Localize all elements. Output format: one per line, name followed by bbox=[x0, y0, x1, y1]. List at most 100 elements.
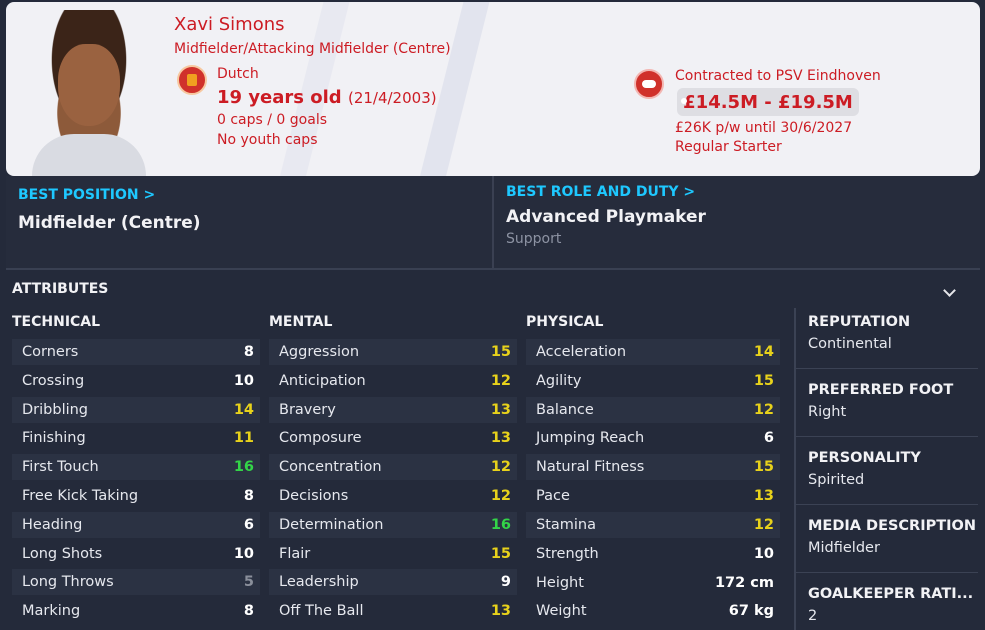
attribute-value: 10 bbox=[233, 545, 254, 562]
technical-title: TECHNICAL bbox=[12, 314, 101, 330]
personality-block: PERSONALITY Spirited bbox=[808, 450, 983, 488]
attribute-row-technical[interactable]: Long Throws 5 bbox=[12, 569, 260, 596]
best-position-link[interactable]: BEST POSITION > bbox=[18, 187, 155, 203]
attribute-value: 5 bbox=[243, 574, 254, 591]
player-dob: (21/4/2003) bbox=[347, 89, 437, 107]
attribute-label: First Touch bbox=[22, 459, 99, 476]
attribute-row-mental[interactable]: Decisions 12 bbox=[269, 483, 517, 509]
attribute-row-mental[interactable]: Composure 13 bbox=[269, 425, 517, 451]
attribute-value: 12 bbox=[490, 372, 511, 389]
reputation-label: REPUTATION bbox=[808, 314, 911, 330]
attribute-row-mental[interactable]: Bravery 13 bbox=[269, 396, 517, 423]
chevron-down-icon[interactable] bbox=[943, 286, 955, 298]
attribute-value: 6 bbox=[243, 516, 254, 533]
transfer-value[interactable]: £14.5M - £19.5M bbox=[677, 88, 859, 116]
attribute-label: Marking bbox=[22, 603, 81, 620]
attribute-label: Determination bbox=[279, 516, 384, 533]
attribute-value: 12 bbox=[753, 516, 774, 533]
side-divider bbox=[794, 308, 796, 630]
height-value: 172 cm bbox=[714, 575, 774, 592]
attribute-value: 16 bbox=[490, 516, 511, 533]
attribute-row-mental[interactable]: Aggression 15 bbox=[269, 339, 517, 365]
attribute-label: Bravery bbox=[279, 401, 336, 418]
attribute-row-physical[interactable]: Agility 15 bbox=[526, 368, 780, 394]
player-youth-caps: No youth caps bbox=[217, 132, 318, 148]
attribute-row-mental[interactable]: Leadership 9 bbox=[269, 569, 517, 596]
media-description-block: MEDIA DESCRIPTION Midfielder bbox=[808, 518, 983, 556]
attribute-row-technical[interactable]: Dribbling 14 bbox=[12, 396, 260, 423]
attribute-value: 14 bbox=[233, 401, 254, 418]
player-nationality[interactable]: Dutch bbox=[217, 66, 259, 82]
attribute-value: 10 bbox=[233, 372, 254, 389]
attribute-value: 15 bbox=[490, 344, 511, 360]
attribute-row-technical[interactable]: Free Kick Taking 8 bbox=[12, 483, 260, 509]
best-role-link[interactable]: BEST ROLE AND DUTY > bbox=[506, 184, 695, 200]
contract-wage: £26K p/w until 30/6/2027 bbox=[675, 120, 853, 136]
attribute-label: Concentration bbox=[279, 459, 382, 476]
side-separator bbox=[796, 504, 978, 505]
attribute-row-physical[interactable]: Pace 13 bbox=[526, 483, 780, 509]
player-photo bbox=[24, 10, 154, 176]
attribute-value: 12 bbox=[753, 401, 774, 418]
reputation-block: REPUTATION Continental bbox=[808, 314, 983, 352]
attribute-row-mental[interactable]: Determination 16 bbox=[269, 511, 517, 538]
attributes-panel: ATTRIBUTES TECHNICAL MENTAL PHYSICAL Cor… bbox=[0, 270, 985, 630]
club-badge-icon[interactable] bbox=[634, 69, 664, 99]
attribute-row-technical[interactable]: First Touch 16 bbox=[12, 454, 260, 481]
attribute-label: Corners bbox=[22, 344, 79, 360]
attribute-label: Acceleration bbox=[536, 344, 627, 360]
attribute-row-mental[interactable]: Off The Ball 13 bbox=[269, 598, 517, 624]
attribute-value: 14 bbox=[753, 344, 774, 360]
height-row[interactable]: Height 172 cm bbox=[526, 569, 780, 597]
goalkeeper-rating-label: GOALKEEPER RATI... bbox=[808, 586, 974, 602]
attribute-row-technical[interactable]: Finishing 11 bbox=[12, 425, 260, 451]
preferred-foot-value: Right bbox=[808, 404, 847, 420]
goalkeeper-rating-value: 2 bbox=[808, 608, 818, 624]
attribute-value: 15 bbox=[753, 372, 774, 389]
attribute-row-physical[interactable]: Stamina 12 bbox=[526, 511, 780, 538]
player-name: Xavi Simons bbox=[174, 14, 285, 35]
player-caps: 0 caps / 0 goals bbox=[217, 112, 328, 128]
transfer-value-text: £14.5M - £19.5M bbox=[683, 91, 853, 113]
attribute-row-technical[interactable]: Marking 8 bbox=[12, 598, 260, 624]
media-description-label: MEDIA DESCRIPTION bbox=[808, 518, 976, 534]
attribute-label: Aggression bbox=[279, 344, 360, 360]
attribute-row-mental[interactable]: Anticipation 12 bbox=[269, 368, 517, 394]
attribute-value: 13 bbox=[490, 401, 511, 418]
weight-value: 67 kg bbox=[728, 603, 774, 620]
attribute-row-technical[interactable]: Corners 8 bbox=[12, 339, 260, 365]
attribute-value: 15 bbox=[753, 459, 774, 476]
preferred-foot-block: PREFERRED FOOT Right bbox=[808, 382, 983, 420]
attribute-label: Off The Ball bbox=[279, 603, 364, 620]
attribute-value: 10 bbox=[753, 545, 774, 562]
attribute-value: 12 bbox=[490, 459, 511, 476]
attribute-value: 12 bbox=[490, 487, 511, 504]
attribute-row-physical[interactable]: Jumping Reach 6 bbox=[526, 425, 780, 451]
best-position-value: Midfielder (Centre) bbox=[18, 213, 201, 233]
attribute-value: 9 bbox=[500, 574, 511, 591]
weight-row[interactable]: Weight 67 kg bbox=[526, 597, 780, 625]
player-header: Xavi Simons Midfielder/Attacking Midfiel… bbox=[6, 2, 980, 176]
attribute-label: Stamina bbox=[536, 516, 597, 533]
attribute-row-mental[interactable]: Concentration 12 bbox=[269, 454, 517, 481]
best-panel: BEST POSITION > Midfielder (Centre) BEST… bbox=[6, 176, 980, 268]
attribute-label: Dribbling bbox=[22, 401, 89, 418]
attribute-row-physical[interactable]: Strength 10 bbox=[526, 541, 780, 567]
attribute-label: Long Throws bbox=[22, 574, 114, 591]
attribute-label: Strength bbox=[536, 545, 599, 562]
attribute-row-physical[interactable]: Balance 12 bbox=[526, 396, 780, 423]
attribute-label: Agility bbox=[536, 372, 582, 389]
attribute-row-technical[interactable]: Long Shots 10 bbox=[12, 541, 260, 567]
attribute-value: 13 bbox=[753, 487, 774, 504]
attribute-row-technical[interactable]: Heading 6 bbox=[12, 511, 260, 538]
attribute-value: 15 bbox=[490, 545, 511, 562]
contract-club[interactable]: Contracted to PSV Eindhoven bbox=[675, 68, 881, 84]
attribute-row-technical[interactable]: Crossing 10 bbox=[12, 368, 260, 394]
attribute-row-physical[interactable]: Natural Fitness 15 bbox=[526, 454, 780, 481]
nation-flag-icon[interactable] bbox=[177, 65, 207, 95]
attribute-label: Crossing bbox=[22, 372, 85, 389]
physical-title: PHYSICAL bbox=[526, 314, 604, 330]
attribute-row-mental[interactable]: Flair 15 bbox=[269, 541, 517, 567]
attribute-label: Free Kick Taking bbox=[22, 487, 139, 504]
attribute-row-physical[interactable]: Acceleration 14 bbox=[526, 339, 780, 365]
